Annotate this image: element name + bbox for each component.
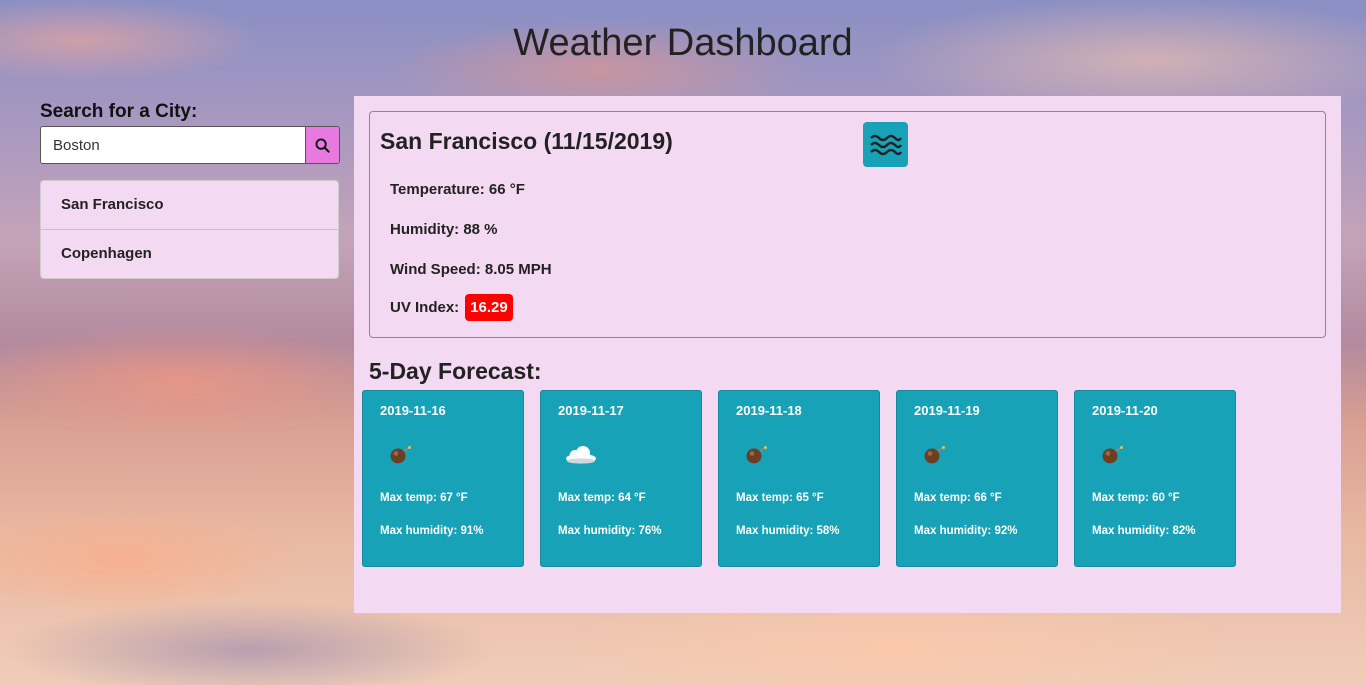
current-city-title: San Francisco (11/15/2019) bbox=[380, 128, 673, 154]
forecast-card: 2019-11-16 Max temp: 67 °F Max humidity:… bbox=[362, 390, 524, 567]
uv-index-label: UV Index: bbox=[390, 299, 460, 316]
forecast-date: 2019-11-19 bbox=[914, 403, 980, 418]
mist-icon bbox=[869, 134, 902, 155]
forecast-card: 2019-11-19 Max temp: 66 °F Max humidity:… bbox=[896, 390, 1058, 567]
search-input[interactable] bbox=[41, 127, 305, 163]
forecast-date: 2019-11-17 bbox=[558, 403, 624, 418]
search-history-list: San Francisco Copenhagen bbox=[40, 180, 339, 279]
history-item-san-francisco[interactable]: San Francisco bbox=[41, 181, 338, 230]
forecast-date: 2019-11-16 bbox=[380, 403, 446, 418]
bomb-icon bbox=[1102, 446, 1123, 464]
humidity-text: Humidity: 88 % bbox=[390, 221, 498, 238]
forecast-card: 2019-11-20 Max temp: 60 °F Max humidity:… bbox=[1074, 390, 1236, 567]
current-weather-icon-box bbox=[863, 122, 908, 167]
history-item-copenhagen[interactable]: Copenhagen bbox=[41, 230, 338, 278]
search-button[interactable] bbox=[305, 127, 339, 163]
bomb-icon bbox=[924, 446, 945, 464]
forecast-card: 2019-11-18 Max temp: 65 °F Max humidity:… bbox=[718, 390, 880, 567]
forecast-title: 5-Day Forecast: bbox=[369, 358, 542, 384]
forecast-max-temp: Max temp: 65 °F bbox=[736, 492, 824, 504]
forecast-card: 2019-11-17 Max temp: 64 °F Max humidity:… bbox=[540, 390, 702, 567]
forecast-max-humidity: Max humidity: 76% bbox=[558, 525, 662, 537]
forecast-max-humidity: Max humidity: 82% bbox=[1092, 525, 1196, 537]
cloud-icon bbox=[566, 446, 596, 464]
forecast-date: 2019-11-20 bbox=[1092, 403, 1158, 418]
forecast-max-humidity: Max humidity: 91% bbox=[380, 525, 484, 537]
forecast-date: 2019-11-18 bbox=[736, 403, 802, 418]
search-box bbox=[40, 126, 340, 164]
page-title: Weather Dashboard bbox=[513, 22, 853, 64]
forecast-max-humidity: Max humidity: 58% bbox=[736, 525, 840, 537]
search-panel: Search for a City: San Francisco Copenha… bbox=[0, 96, 354, 309]
wind-speed-text: Wind Speed: 8.05 MPH bbox=[390, 261, 552, 278]
forecast-max-humidity: Max humidity: 92% bbox=[914, 525, 1018, 537]
search-icon bbox=[315, 137, 330, 153]
current-weather-card: San Francisco (11/15/2019) Temperature: … bbox=[369, 111, 1326, 338]
uv-index-badge: 16.29 bbox=[465, 294, 513, 321]
search-label: Search for a City: bbox=[40, 101, 198, 122]
bomb-icon bbox=[746, 446, 767, 464]
temperature-text: Temperature: 66 °F bbox=[390, 181, 525, 198]
bomb-icon bbox=[390, 446, 411, 464]
forecast-max-temp: Max temp: 66 °F bbox=[914, 492, 1002, 504]
forecast-max-temp: Max temp: 67 °F bbox=[380, 492, 468, 504]
forecast-max-temp: Max temp: 60 °F bbox=[1092, 492, 1180, 504]
main-panel: San Francisco (11/15/2019) Temperature: … bbox=[354, 96, 1341, 613]
uv-index-row: UV Index: 16.29 bbox=[390, 294, 513, 321]
forecast-max-temp: Max temp: 64 °F bbox=[558, 492, 646, 504]
